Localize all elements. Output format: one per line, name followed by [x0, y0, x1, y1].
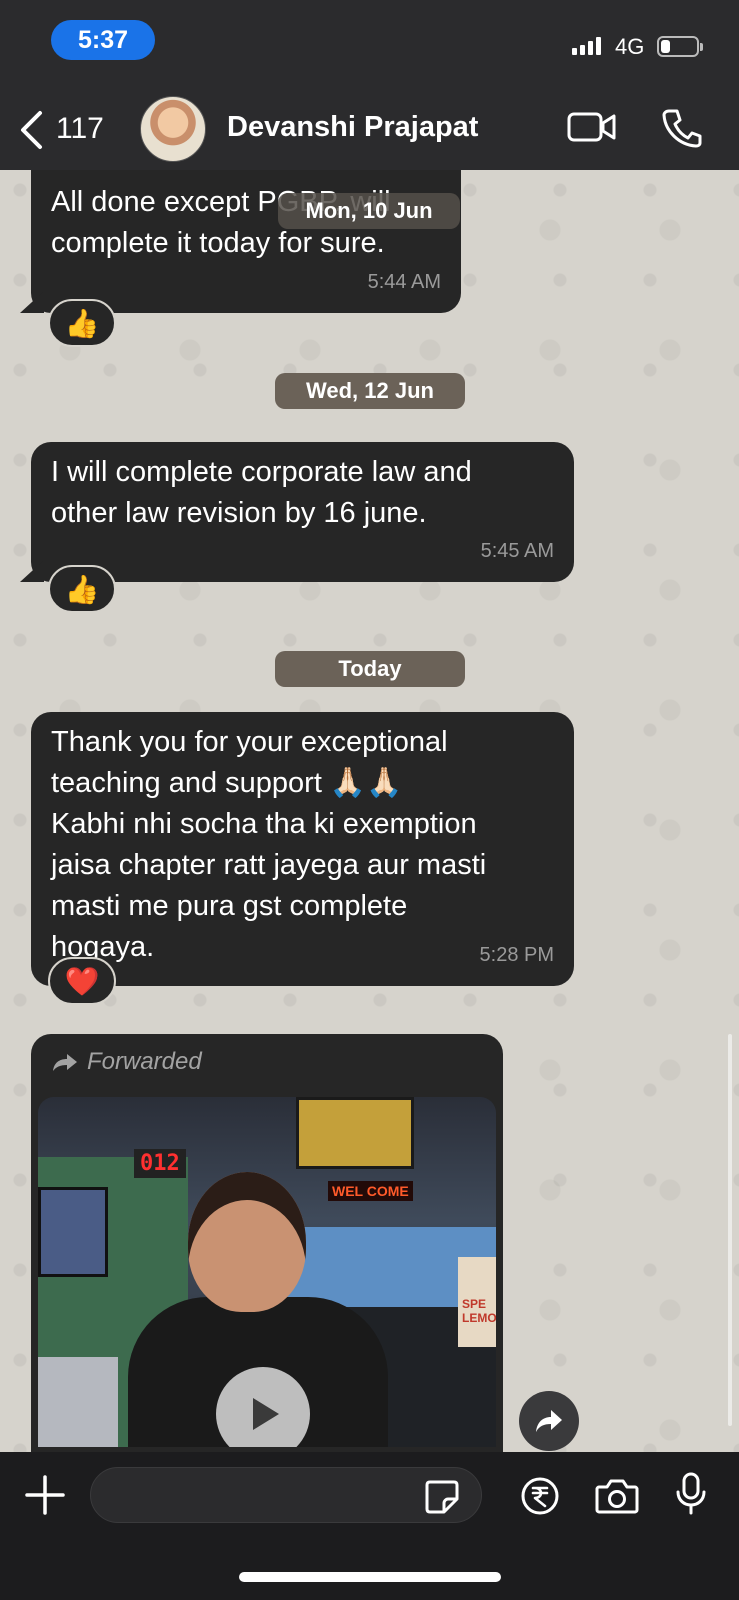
battery-icon — [657, 36, 703, 57]
phone-call-icon[interactable] — [662, 108, 702, 153]
microphone-button[interactable] — [675, 1472, 707, 1521]
floating-date-chip: Mon, 10 Jun — [278, 193, 460, 229]
message-text: Thank you for your exceptional teaching … — [51, 726, 487, 963]
message-bubble[interactable]: Thank you for your exceptional teaching … — [31, 712, 574, 986]
message-bubble[interactable]: All done except PGBP, will complete it t… — [31, 170, 461, 313]
forwarded-text: Forwarded — [87, 1048, 202, 1075]
forward-icon — [53, 1054, 77, 1071]
plus-icon — [25, 1475, 65, 1515]
battery-level — [661, 40, 670, 53]
signal-icon — [572, 37, 601, 55]
back-button[interactable] — [18, 110, 44, 155]
attach-button[interactable] — [25, 1475, 65, 1520]
sticker-button[interactable] — [424, 1479, 460, 1520]
message-time: 5:45 AM — [480, 540, 554, 562]
reaction-thumbs-up[interactable]: 👍 — [48, 299, 116, 347]
video-thumbnail[interactable]: 012 WEL COME SPE LEMO — [38, 1097, 496, 1447]
chevron-left-icon — [21, 111, 42, 149]
home-indicator[interactable] — [239, 1572, 501, 1582]
date-separator: Today — [275, 651, 465, 687]
contact-name[interactable]: Devanshi Prajapat — [227, 111, 478, 144]
video-call-icon[interactable] — [567, 110, 617, 149]
scene-welcome-sign: WEL COME — [328, 1181, 413, 1201]
network-type: 4G — [615, 34, 645, 59]
share-button[interactable] — [519, 1391, 579, 1451]
status-time: 5:37 — [51, 20, 155, 60]
message-time: 5:44 AM — [367, 271, 441, 293]
forwarded-video-message[interactable]: Forwarded 012 WEL COME SPE LEMO — [31, 1034, 503, 1464]
chat-header: 5:37 4G 117 Devanshi Prajapat — [0, 0, 739, 170]
scene-digital-counter: 012 — [134, 1149, 186, 1178]
camera-icon — [595, 1479, 639, 1514]
scroll-indicator[interactable] — [728, 1034, 732, 1426]
rupee-icon — [521, 1477, 559, 1515]
payment-button[interactable] — [520, 1476, 560, 1521]
microphone-icon — [676, 1472, 706, 1515]
contact-avatar[interactable] — [140, 96, 206, 162]
unread-count[interactable]: 117 — [56, 112, 104, 146]
forwarded-label: Forwarded — [51, 1048, 202, 1076]
scene-lockers — [38, 1357, 118, 1447]
date-separator: Wed, 12 Jun — [275, 373, 465, 409]
reaction-heart[interactable]: ❤️ — [48, 957, 116, 1005]
reaction-thumbs-up[interactable]: 👍 — [48, 565, 116, 613]
sticker-icon — [425, 1480, 459, 1514]
scene-side-sign: SPE LEMO — [458, 1257, 496, 1347]
message-text: I will complete corporate law and other … — [51, 456, 472, 529]
message-time: 5:28 PM — [479, 944, 554, 966]
share-arrow-icon — [536, 1410, 562, 1432]
scene-tv — [38, 1187, 108, 1277]
scene-person-head — [188, 1172, 306, 1312]
camera-button[interactable] — [595, 1478, 639, 1519]
message-bubble[interactable]: I will complete corporate law and other … — [31, 442, 574, 582]
play-icon — [253, 1398, 279, 1430]
scene-poster — [296, 1097, 414, 1169]
